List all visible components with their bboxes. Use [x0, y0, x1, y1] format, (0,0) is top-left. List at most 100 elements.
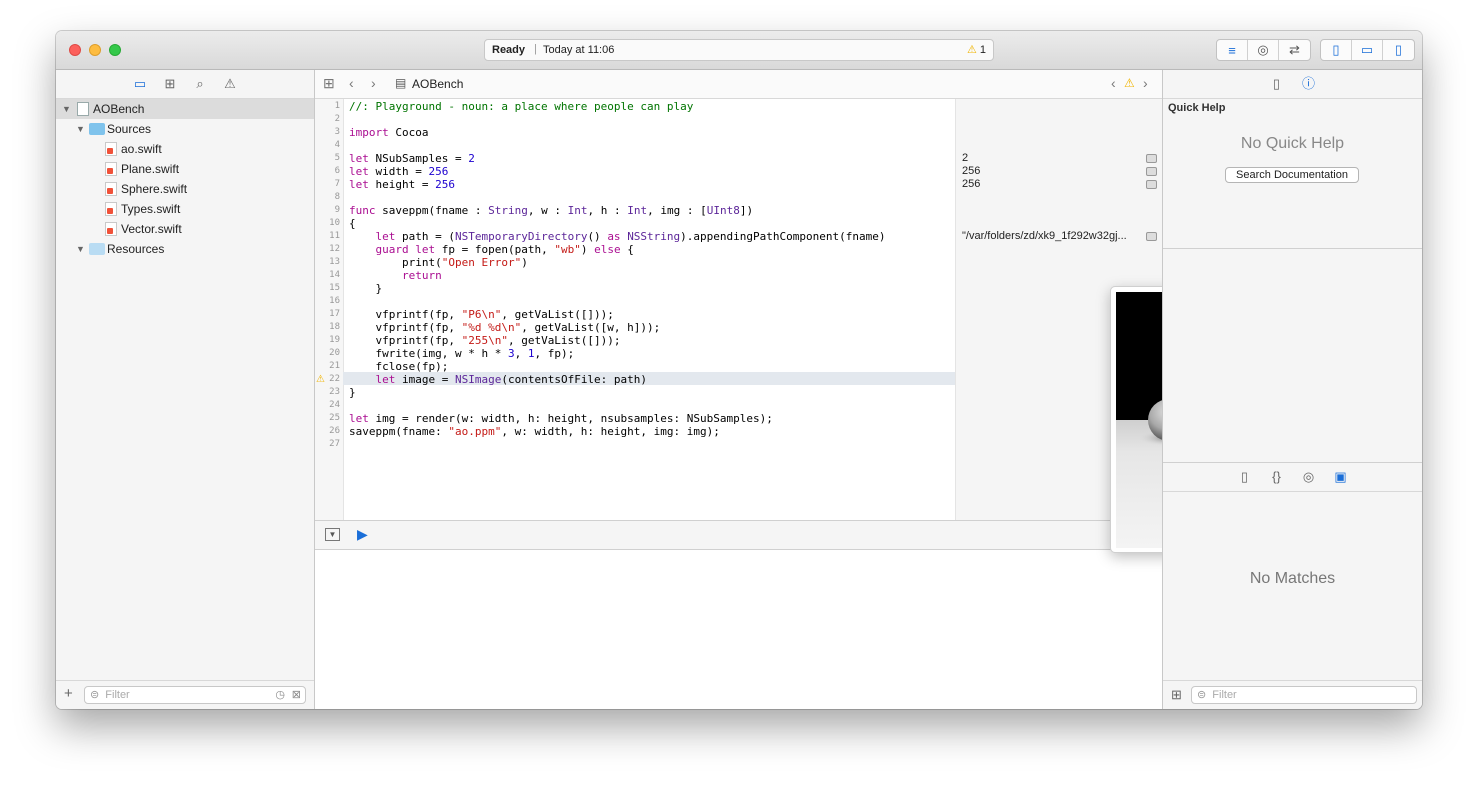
code-line[interactable]: let path = (NSTemporaryDirectory() as NS…	[349, 230, 886, 243]
line-number-gutter: 1 2 3 4 5 6 7 8 9 10 11 12 13 14 15 16 17 18 19 20 21 22 23 24 2…	[315, 99, 344, 520]
line-number: 4	[334, 140, 340, 150]
code-line[interactable]: vfprintf(fp, "P6\n", getVaList([]));	[349, 308, 613, 321]
code-line[interactable]: return	[349, 269, 442, 282]
code-line[interactable]: print("Open Error")	[349, 256, 528, 269]
folder-icon[interactable]: ▭	[131, 75, 149, 93]
line-number: 3	[334, 127, 340, 137]
previous-issue-icon[interactable]: ‹	[1111, 76, 1116, 90]
xcode-window: Ready | Today at 11:06 ⚠ 1 ≡ ◎ ⇄ ▯ ▭ ▯ ▭…	[56, 31, 1422, 709]
run-playground-icon[interactable]: ▶	[357, 526, 368, 543]
show-result-icon[interactable]	[1146, 154, 1157, 163]
minimize-window-button[interactable]	[89, 44, 101, 56]
media-library-icon[interactable]: ▣	[1332, 468, 1350, 486]
code-line[interactable]: let NSubSamples = 2	[349, 152, 475, 165]
hide-debug-area-icon[interactable]: ▼	[325, 528, 340, 541]
library-tabs: ▯ {} ◎ ▣	[1163, 462, 1422, 492]
code-line[interactable]: let img = render(w: width, h: height, ns…	[349, 412, 773, 425]
line-number: 10	[329, 218, 340, 228]
quick-help-icon[interactable]: ⓘ	[1300, 75, 1318, 93]
line-number: 12	[329, 244, 340, 254]
console-area[interactable]	[315, 550, 1162, 709]
code-line[interactable]: func saveppm(fname : String, w : Int, h …	[349, 204, 753, 217]
code-line[interactable]: //: Playground - noun: a place where peo…	[349, 100, 693, 113]
disclosure-triangle-icon[interactable]: ▼	[76, 119, 86, 139]
code-line[interactable]: let image = NSImage(contentsOfFile: path…	[349, 373, 648, 386]
code-line[interactable]: saveppm(fname: "ao.ppm", w: width, h: he…	[349, 425, 720, 438]
hierarchy-icon[interactable]: ⊞	[161, 75, 179, 93]
issue-warning-icon[interactable]: ⚠	[1124, 76, 1135, 90]
library-filter-input[interactable]: ⊜ Filter	[1191, 686, 1417, 704]
add-icon[interactable]: +	[64, 685, 73, 702]
tree-item-ao-swift[interactable]: ao.swift	[56, 139, 314, 159]
line-number: 21	[329, 361, 340, 371]
show-result-icon[interactable]	[1146, 232, 1157, 241]
next-issue-icon[interactable]: ›	[1143, 76, 1148, 90]
line-number: 7	[334, 179, 340, 189]
show-result-icon[interactable]	[1146, 180, 1157, 189]
object-library-icon[interactable]: ◎	[1300, 468, 1318, 486]
warning-indicator[interactable]: ⚠ 1	[967, 43, 986, 56]
swift-file-icon	[105, 142, 117, 156]
source-editor: ⊞ ‹ › ▤ AOBench ‹ ⚠ › 1 2 3 4 5 6 7 8 9 10 11 12 13 1…	[315, 70, 1378, 709]
jumpbar-file-name[interactable]: AOBench	[412, 77, 463, 91]
code-line[interactable]: let height = 256	[349, 178, 455, 191]
close-window-button[interactable]	[69, 44, 81, 56]
tree-item-types-swift[interactable]: Types.swift	[56, 199, 314, 219]
code-line[interactable]: vfprintf(fp, "%d %d\n", getVaList([w, h]…	[349, 321, 660, 334]
tree-item-aobench[interactable]: ▼ AOBench	[56, 99, 314, 119]
navigator-filter-input[interactable]: ⊜ Filter ◷ ⊠	[84, 686, 306, 704]
code-line[interactable]: }	[349, 386, 356, 399]
swift-file-icon	[105, 202, 117, 216]
code-line[interactable]: fclose(fp);	[349, 360, 448, 373]
code-line[interactable]: {	[349, 217, 356, 230]
panel-toggle-group: ▯ ▭ ▯	[1320, 39, 1415, 61]
search-documentation-button[interactable]: Search Documentation	[1225, 167, 1359, 183]
tree-item-label: AOBench	[93, 102, 145, 116]
result-value: "/var/folders/zd/xk9_1f292w32gj...	[962, 230, 1127, 242]
filter-icon: ⊜	[1197, 689, 1207, 701]
file-inspector-icon[interactable]: ▯	[1268, 75, 1286, 93]
code-line[interactable]: let width = 256	[349, 165, 448, 178]
divider	[1163, 248, 1422, 249]
standard-editor-icon[interactable]: ≡	[1217, 40, 1248, 60]
tree-item-sources[interactable]: ▼ Sources	[56, 119, 314, 139]
code-line[interactable]: }	[349, 282, 382, 295]
filter-placeholder: Filter	[1212, 689, 1237, 701]
utilities-panel-icon[interactable]: ▯	[1383, 40, 1414, 60]
grid-view-icon[interactable]: ⊞	[1171, 687, 1182, 703]
recent-files-icon[interactable]: ◷	[275, 687, 285, 703]
back-icon[interactable]: ‹	[349, 76, 354, 90]
code-line[interactable]: fwrite(img, w * h * 3, 1, fp);	[349, 347, 574, 360]
disclosure-triangle-icon[interactable]: ▼	[76, 239, 86, 259]
version-editor-icon[interactable]: ⇄	[1279, 40, 1310, 60]
warning-icon: ⚠	[966, 44, 977, 56]
filter-icon: ⊜	[90, 689, 100, 701]
disclosure-triangle-icon[interactable]: ▼	[62, 99, 72, 119]
navigator-panel-icon[interactable]: ▯	[1321, 40, 1352, 60]
debug-panel-icon[interactable]: ▭	[1352, 40, 1383, 60]
code-line[interactable]: vfprintf(fp, "255\n", getVaList([]));	[349, 334, 620, 347]
tree-item-sphere-swift[interactable]: Sphere.swift	[56, 179, 314, 199]
warning-icon[interactable]: ⚠	[221, 75, 239, 93]
swift-file-icon	[105, 222, 117, 236]
scm-filter-icon[interactable]: ⊠	[292, 687, 301, 703]
code-snippet-icon[interactable]: {}	[1268, 468, 1286, 486]
code-line[interactable]: guard let fp = fopen(path, "wb") else {	[349, 243, 634, 256]
search-icon[interactable]: ⌕	[191, 75, 209, 93]
assistant-editor-icon[interactable]: ◎	[1248, 40, 1279, 60]
code-line[interactable]: import Cocoa	[349, 126, 429, 139]
file-template-icon[interactable]: ▯	[1236, 468, 1254, 486]
line-warning-icon[interactable]: ⚠	[316, 373, 325, 386]
debug-bar: ▼ ▶	[315, 520, 1162, 550]
tree-item-resources[interactable]: ▼ Resources	[56, 239, 314, 259]
show-result-icon[interactable]	[1146, 167, 1157, 176]
forward-icon[interactable]: ›	[371, 76, 376, 90]
activity-status: Ready | Today at 11:06 ⚠ 1	[484, 39, 994, 61]
tree-item-plane-swift[interactable]: Plane.swift	[56, 159, 314, 179]
line-number: 6	[334, 166, 340, 176]
playground-file-icon: ▤	[395, 76, 407, 90]
zoom-window-button[interactable]	[109, 44, 121, 56]
related-items-icon[interactable]: ⊞	[323, 76, 335, 90]
navigator-tabs: ▭ ⊞ ⌕ ⚠	[56, 70, 314, 99]
tree-item-vector-swift[interactable]: Vector.swift	[56, 219, 314, 239]
